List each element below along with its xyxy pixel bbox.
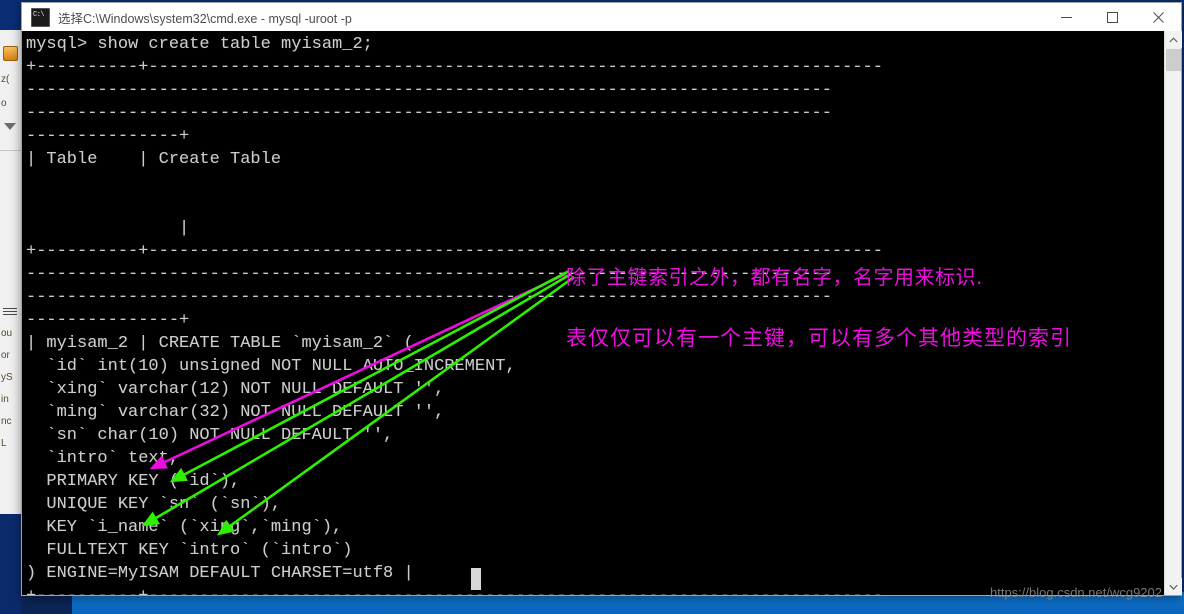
bg-fragment-5: in [1, 394, 9, 405]
bg-fragment-1: o [1, 98, 7, 109]
background-window-bottom-strip [0, 514, 21, 614]
bg-fragment-2: ou [1, 328, 13, 339]
watermark: https://blog.csdn.net/wcg9202 [989, 585, 1162, 600]
close-button[interactable] [1135, 3, 1181, 31]
screen: z( o ou or yS in nc L 选择C:\Windows\syste… [0, 0, 1184, 614]
terminal-scrollbar[interactable] [1164, 31, 1182, 595]
bg-fragment-4: yS [1, 372, 13, 383]
minimize-button[interactable] [1043, 3, 1089, 31]
scrollbar-thumb[interactable] [1166, 49, 1181, 71]
bg-fragment-0: z( [1, 74, 10, 85]
window-title: 选择C:\Windows\system32\cmd.exe - mysql -u… [58, 11, 352, 26]
scroll-down-icon[interactable] [1165, 578, 1182, 595]
annotation-text-names: 除了主键索引之外，都有名字，名字用来标识. [566, 265, 983, 289]
bg-fragment-7: L [1, 438, 7, 449]
bg-fragment-6: nc [1, 416, 12, 427]
terminal-output-area[interactable]: mysql> show create table myisam_2; +----… [22, 31, 1181, 595]
background-window-icon [3, 46, 18, 61]
scroll-up-icon[interactable] [1165, 31, 1182, 48]
background-window-sliver[interactable]: z( o ou or yS in nc L [0, 30, 22, 542]
annotation-text-primary-key: 表仅仅可以有一个主键，可以有多个其他类型的索引 [566, 326, 1072, 350]
maximize-button[interactable] [1089, 3, 1135, 31]
divider [0, 150, 21, 151]
cmd-console-window: 选择C:\Windows\system32\cmd.exe - mysql -u… [21, 2, 1182, 596]
chevron-down-icon[interactable] [4, 123, 16, 130]
bg-fragment-3: or [1, 350, 10, 361]
menu-icon[interactable] [3, 308, 17, 317]
window-controls [1043, 3, 1181, 31]
terminal-cursor [471, 568, 481, 590]
window-titlebar[interactable]: 选择C:\Windows\system32\cmd.exe - mysql -u… [22, 3, 1181, 32]
terminal-text: mysql> show create table myisam_2; +----… [26, 35, 883, 595]
cmd-console-icon [31, 7, 50, 27]
